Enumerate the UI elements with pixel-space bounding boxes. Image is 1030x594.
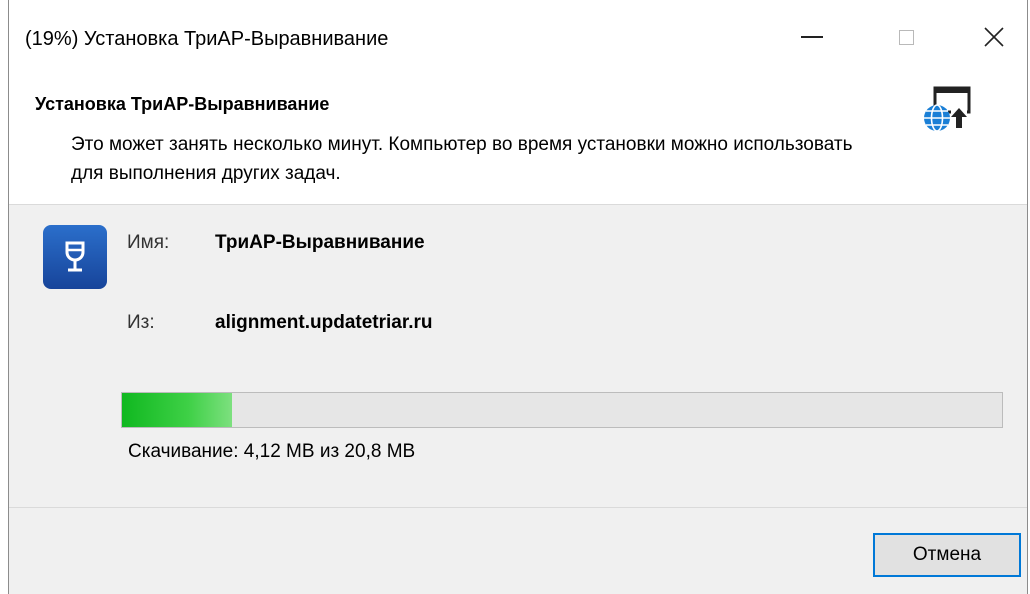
close-button[interactable] — [971, 14, 1017, 60]
cancel-button-label: Отмена — [912, 544, 982, 565]
download-progress-bar — [121, 392, 1003, 428]
cancel-button[interactable]: Отмена — [873, 533, 1021, 577]
app-icon — [43, 225, 107, 289]
header-title: Установка ТриАР-Выравнивание — [35, 94, 330, 114]
title-bar[interactable]: (19%) Установка ТриАР-Выравнивание — [9, 0, 1027, 80]
header-description: Это может занять несколько минут. Компью… — [71, 134, 853, 184]
footer-panel: Отмена — [9, 507, 1027, 594]
minimize-icon — [801, 36, 823, 38]
wine-glass-icon — [65, 241, 85, 272]
maximize-icon — [898, 29, 914, 45]
app-name: ТриАР-Выравнивание — [215, 232, 425, 253]
window-title: (19%) Установка ТриАР-Выравнивание — [25, 28, 389, 50]
source-url: alignment.updatetriar.ru — [215, 312, 433, 333]
progress-fill — [122, 393, 232, 427]
minimize-button[interactable] — [789, 14, 835, 60]
close-icon — [984, 27, 1004, 47]
header-panel: Установка ТриАР-Выравнивание Это может з… — [9, 80, 1027, 205]
content-panel: Имя: ТриАР-Выравнивание Из: alignment.up… — [9, 205, 1027, 507]
maximize-button[interactable] — [883, 14, 929, 60]
installer-window: (19%) Установка ТриАР-Выравнивание Устан… — [8, 0, 1028, 594]
download-status: Скачивание: 4,12 MB из 20,8 MB — [128, 441, 416, 462]
from-label: Из: — [127, 312, 155, 333]
name-label: Имя: — [127, 232, 170, 253]
globe-install-icon — [924, 86, 971, 132]
